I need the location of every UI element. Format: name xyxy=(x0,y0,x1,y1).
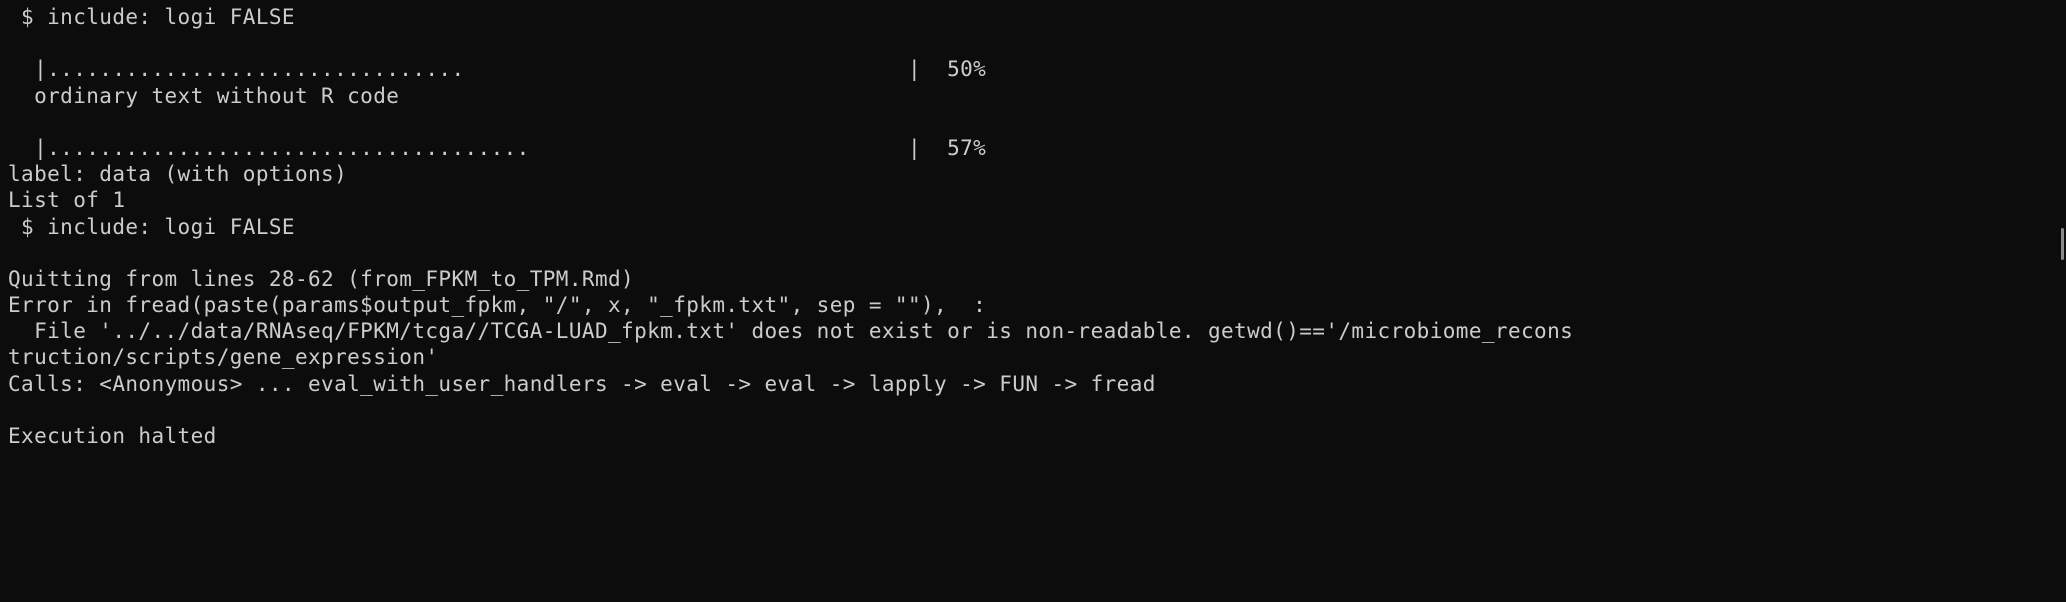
terminal-line-file-error-wrap: truction/scripts/gene_expression' xyxy=(8,345,439,370)
terminal-window[interactable]: $ include: logi FALSE |.................… xyxy=(0,0,2066,602)
terminal-line-include-1: $ include: logi FALSE xyxy=(8,5,295,29)
terminal-line-list: List of 1 xyxy=(8,188,126,213)
terminal-line-halted: Execution halted xyxy=(8,424,217,448)
terminal-output: $ include: logi FALSE |.................… xyxy=(8,4,2048,449)
vertical-scrollbar[interactable] xyxy=(2052,0,2066,602)
terminal-line-calls: Calls: <Anonymous> ... eval_with_user_ha… xyxy=(8,371,1156,396)
terminal-line-file-error: File '../../data/RNAseq/FPKM/tcga//TCGA-… xyxy=(8,319,1574,344)
progress-line-57: |..................................... |… xyxy=(8,135,987,160)
terminal-line-quitting: Quitting from lines 28-62 (from_FPKM_to_… xyxy=(8,266,635,291)
progress-line-50: |................................ | 50% xyxy=(8,57,987,82)
scrollbar-thumb[interactable] xyxy=(2061,228,2064,260)
terminal-line-error: Error in fread(paste(params$output_fpkm,… xyxy=(8,293,987,318)
terminal-line-ordinary-text: ordinary text without R code xyxy=(8,83,400,108)
terminal-line-label: label: data (with options) xyxy=(8,162,348,187)
terminal-line-include-2: $ include: logi FALSE xyxy=(8,214,295,239)
